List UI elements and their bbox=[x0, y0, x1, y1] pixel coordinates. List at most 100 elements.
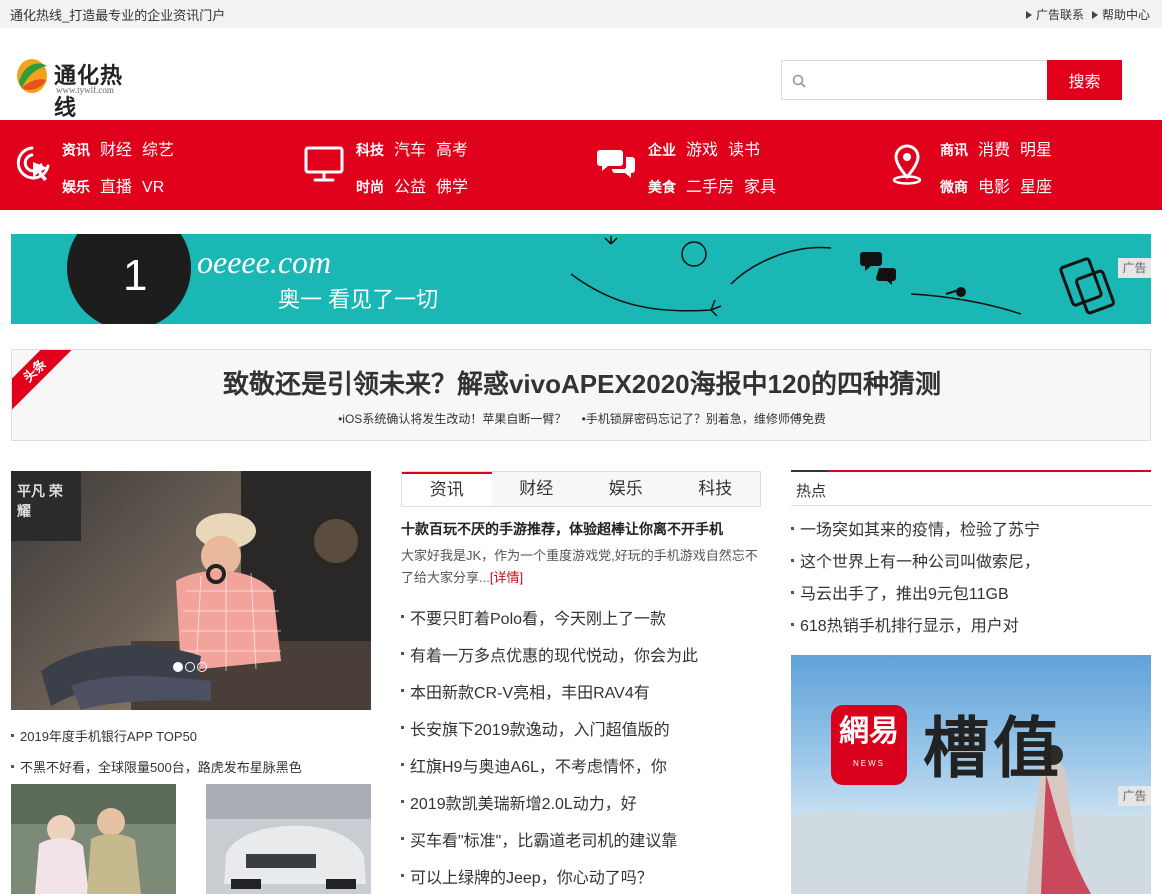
bullet-icon bbox=[401, 615, 404, 618]
banner-ad[interactable]: 1 oeeee.com 奥一 看见了一切 广告 bbox=[11, 234, 1151, 324]
list-item[interactable]: 红旗H9与奥迪A6L，不考虑情怀，你 bbox=[401, 746, 761, 783]
search-input[interactable] bbox=[814, 65, 1042, 95]
nav-item[interactable]: 高考 bbox=[436, 136, 468, 160]
netease-logo: 網易 NEWS bbox=[831, 705, 907, 785]
middle-news-list: 不要只盯着Polo看，今天刚上了一款 有着一万多点优惠的现代悦动，你会为此 本田… bbox=[401, 598, 761, 894]
triangle-right-icon bbox=[1091, 10, 1098, 19]
logo-url: www.tywlf.com bbox=[56, 85, 114, 95]
search-button[interactable]: 搜索 bbox=[1047, 60, 1122, 100]
map-pin-icon bbox=[892, 144, 922, 185]
nav-group-tech: 科技 汽车 高考 时尚 公益 佛学 bbox=[304, 120, 574, 210]
nav-item[interactable]: 佛学 bbox=[436, 173, 468, 197]
bullet-icon bbox=[791, 622, 794, 626]
list-item[interactable]: 买车看"标准"，比霸道老司机的建议靠 bbox=[401, 820, 761, 857]
list-item[interactable]: 这个世界上有一种公司叫做索尼， bbox=[791, 544, 1151, 576]
nav-item[interactable]: 读书 bbox=[728, 136, 760, 160]
search-box bbox=[781, 60, 1048, 100]
banner-brand: oeeee.com bbox=[197, 244, 332, 280]
slide-dots bbox=[173, 662, 207, 672]
nav-group-commerce: 商讯 消费 明星 微商 电影 星座 bbox=[889, 120, 1149, 210]
help-center-link[interactable]: 帮助中心 bbox=[1091, 6, 1150, 23]
headline-sub-link[interactable]: •iOS系统确认将发生改动！苹果自断一臂？ bbox=[338, 412, 566, 426]
tab-finance[interactable]: 财经 bbox=[492, 472, 582, 506]
side-ad[interactable]: 網易 NEWS 槽值 广告 bbox=[791, 655, 1151, 894]
photo-slideshow[interactable]: 平凡 荣耀 bbox=[11, 471, 371, 710]
headline-title[interactable]: 致敬还是引领未来？解惑vivoAPEX2020海报中120的四种猜测 bbox=[12, 364, 1150, 401]
nav-item[interactable]: 商讯 bbox=[940, 140, 968, 160]
headline-sub-links: •iOS系统确认将发生改动！苹果自断一臂？ •手机锁屏密码忘记了？别着急，维修师… bbox=[12, 410, 1150, 427]
nav-item[interactable]: 资讯 bbox=[62, 140, 90, 160]
nav-group-business: 企业 游戏 读书 美食 二手房 家具 bbox=[597, 120, 867, 210]
left-news-list: 2019年度手机银行APP TOP50 不黑不好看，全球限量500台，路虎发布星… bbox=[11, 720, 371, 782]
slide-dot[interactable] bbox=[185, 662, 195, 672]
list-item[interactable]: 不黑不好看，全球限量500台，路虎发布星脉黑色 bbox=[11, 751, 371, 782]
triangle-right-icon bbox=[1025, 10, 1032, 19]
list-item[interactable]: 长安旗下2019款逸动，入门超值版的 bbox=[401, 709, 761, 746]
nav-item[interactable]: 直播 bbox=[100, 173, 132, 197]
category-nav: 资讯 财经 综艺 娱乐 直播 VR 科技 汽车 高考 时尚 公益 佛学 企业 游… bbox=[0, 120, 1162, 210]
list-item[interactable]: 618热销手机排行显示，用户对 bbox=[791, 608, 1151, 640]
thumbnail-car[interactable] bbox=[206, 784, 371, 894]
nav-item[interactable]: 综艺 bbox=[142, 136, 174, 160]
bullet-icon bbox=[401, 726, 404, 729]
nav-item[interactable]: 星座 bbox=[1020, 173, 1052, 197]
thumbnail-image bbox=[206, 784, 371, 894]
list-item[interactable]: 不要只盯着Polo看，今天刚上了一款 bbox=[401, 598, 761, 635]
tab-tech[interactable]: 科技 bbox=[671, 472, 761, 506]
nav-item[interactable]: 二手房 bbox=[686, 173, 734, 197]
list-item[interactable]: 可以上绿牌的Jeep，你心动了吗？ bbox=[401, 857, 761, 894]
tab-news[interactable]: 资讯 bbox=[402, 472, 492, 506]
nav-item[interactable]: VR bbox=[142, 179, 164, 197]
nav-item[interactable]: 微商 bbox=[940, 177, 968, 197]
nav-item[interactable]: 游戏 bbox=[686, 136, 718, 160]
slide-dot[interactable] bbox=[173, 662, 183, 672]
monitor-icon bbox=[304, 146, 344, 182]
banner-slogan: 奥一 看见了一切 bbox=[278, 287, 439, 312]
nav-item[interactable]: 消费 bbox=[978, 136, 1010, 160]
nav-item[interactable]: 公益 bbox=[394, 173, 426, 197]
nav-item[interactable]: 娱乐 bbox=[62, 177, 90, 197]
detail-link[interactable]: [详情] bbox=[490, 570, 523, 585]
bullet-icon bbox=[791, 558, 794, 562]
list-item[interactable]: 本田新款CR-V亮相，丰田RAV4有 bbox=[401, 672, 761, 709]
bullet-icon bbox=[401, 800, 404, 803]
list-item[interactable]: 有着一万多点优惠的现代悦动，你会为此 bbox=[401, 635, 761, 672]
svg-text:1: 1 bbox=[123, 251, 147, 300]
tab-entertainment[interactable]: 娱乐 bbox=[581, 472, 671, 506]
hot-header: 热点 bbox=[791, 470, 1151, 506]
nav-item[interactable]: 企业 bbox=[648, 140, 676, 160]
list-item[interactable]: 马云出手了，推出9元包11GB bbox=[791, 576, 1151, 608]
bullet-icon bbox=[401, 689, 404, 692]
nav-item[interactable]: 电影 bbox=[978, 173, 1010, 197]
ad-label: 广告 bbox=[1118, 786, 1151, 806]
category-tabs: 资讯 财经 娱乐 科技 bbox=[401, 471, 761, 507]
nav-item[interactable]: 家具 bbox=[744, 173, 776, 197]
nav-item[interactable]: 汽车 bbox=[394, 136, 426, 160]
bullet-icon bbox=[401, 837, 404, 840]
list-item[interactable]: 2019款凯美瑞新增2.0L动力，好 bbox=[401, 783, 761, 820]
site-logo[interactable]: 通化热线 www.tywlf.com bbox=[16, 56, 136, 120]
list-item[interactable]: 2019年度手机银行APP TOP50 bbox=[11, 720, 371, 751]
nav-item[interactable]: 明星 bbox=[1020, 136, 1052, 160]
top-links: 广告联系 帮助中心 bbox=[1025, 6, 1150, 23]
hot-news-list: 一场突如其来的疫情，检验了苏宁 这个世界上有一种公司叫做索尼， 马云出手了，推出… bbox=[791, 512, 1151, 640]
thumbnail-image bbox=[11, 784, 176, 894]
ad-contact-link[interactable]: 广告联系 bbox=[1025, 6, 1084, 23]
nav-item[interactable]: 美食 bbox=[648, 177, 676, 197]
hot-label: 热点 bbox=[796, 483, 827, 500]
feature-title[interactable]: 十款百玩不厌的手游推荐，体验超棒让你离不开手机 bbox=[401, 519, 723, 539]
bullet-icon bbox=[401, 652, 404, 655]
side-ad-title: 槽值 bbox=[923, 709, 1063, 787]
top-bar: 通化热线_打造最专业的企业资讯门户 广告联系 帮助中心 bbox=[0, 0, 1162, 28]
bullet-icon bbox=[401, 874, 404, 877]
slide-photo bbox=[41, 471, 371, 710]
slide-dot[interactable] bbox=[197, 662, 207, 672]
nav-item[interactable]: 科技 bbox=[356, 140, 384, 160]
thumbnail-drama[interactable] bbox=[11, 784, 176, 894]
feature-desc: 大家好我是JK，作为一个重度游戏党,好玩的手机游戏自然忘不了给大家分享...[详… bbox=[401, 548, 758, 585]
nav-item[interactable]: 时尚 bbox=[356, 177, 384, 197]
headline-sub-link[interactable]: •手机锁屏密码忘记了？别着急，维修师傅免费 bbox=[582, 412, 826, 426]
bullet-icon bbox=[401, 763, 404, 766]
list-item[interactable]: 一场突如其来的疫情，检验了苏宁 bbox=[791, 512, 1151, 544]
nav-item[interactable]: 财经 bbox=[100, 136, 132, 160]
